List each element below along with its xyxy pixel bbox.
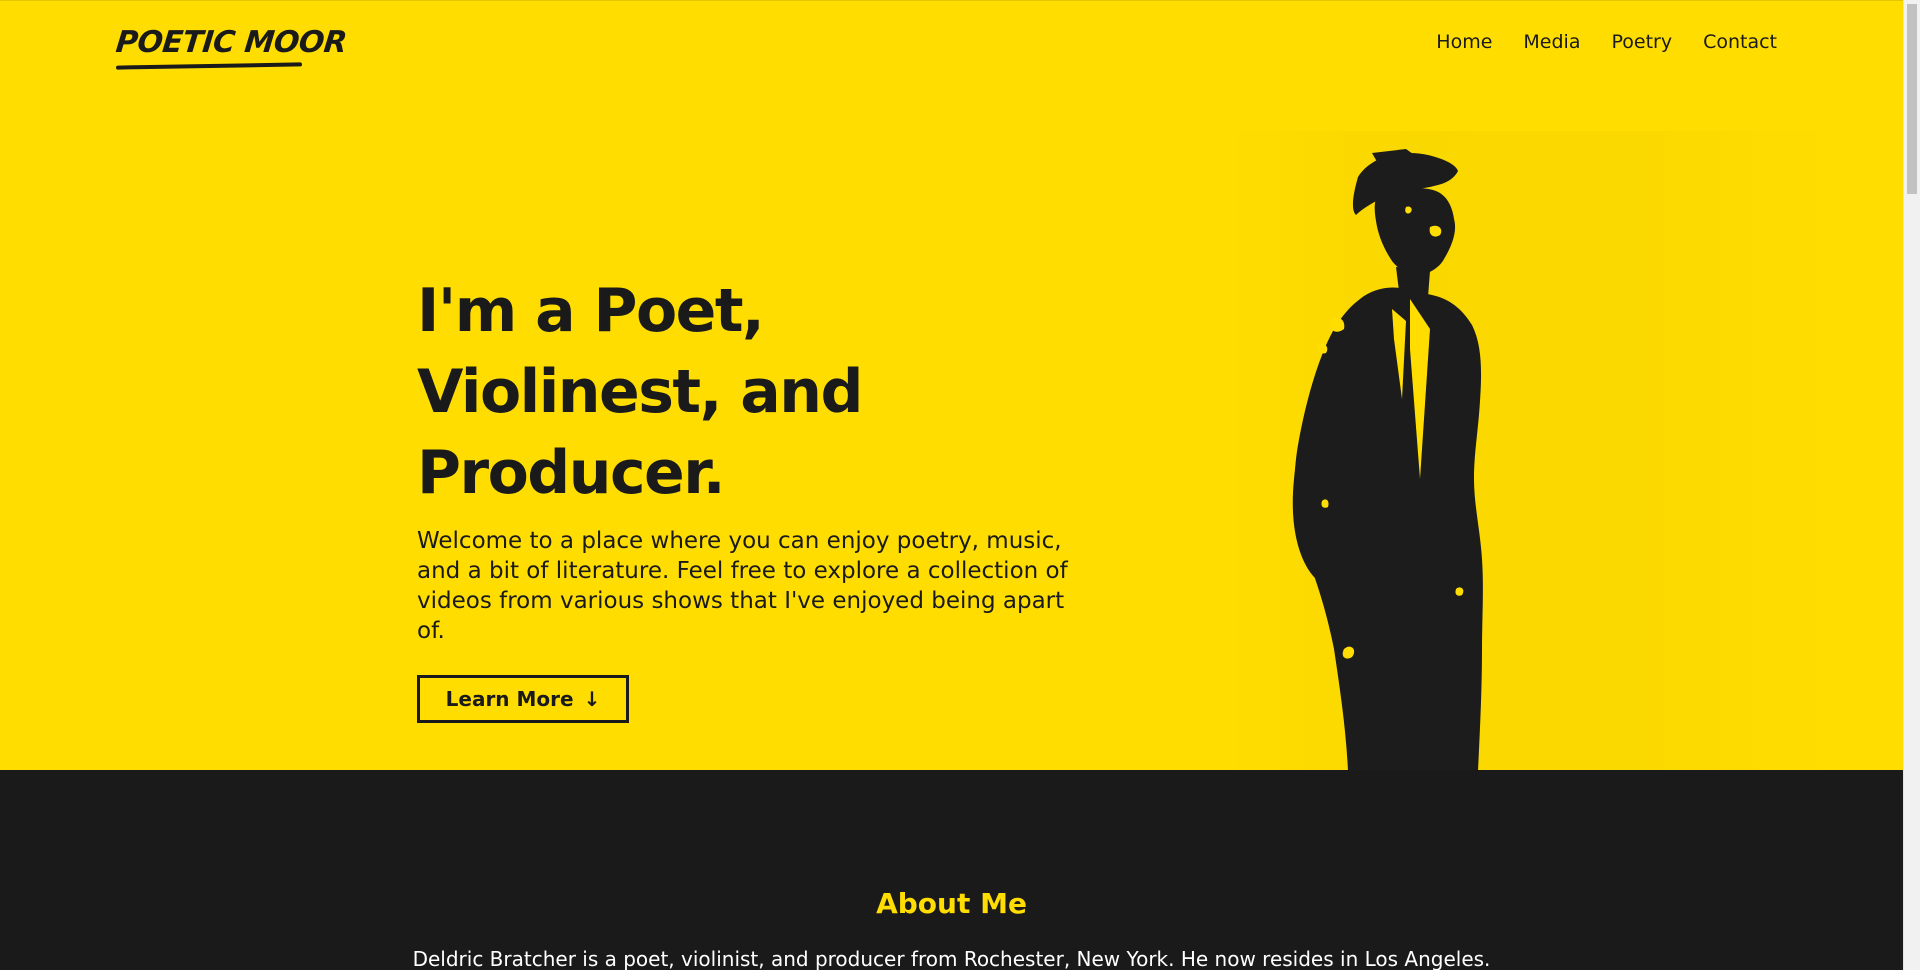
hero-section: POETIC MOOR Home Media Poetry Contact I'… [0, 0, 1903, 771]
site-logo[interactable]: POETIC MOOR [114, 23, 348, 73]
vertical-scrollbar[interactable] [1903, 0, 1920, 970]
nav-item-poetry[interactable]: Poetry [1611, 31, 1672, 53]
about-section: About Me Deldric Bratcher is a poet, vio… [0, 770, 1903, 970]
nav-item-home[interactable]: Home [1436, 31, 1492, 53]
nav-item-contact[interactable]: Contact [1703, 31, 1777, 53]
hero-subtitle: Welcome to a place where you can enjoy p… [417, 528, 1068, 644]
viewport: POETIC MOOR Home Media Poetry Contact I'… [0, 0, 1903, 970]
hero-title: I'm a Poet, Violinest, and Producer. [417, 276, 863, 508]
scrollbar-thumb[interactable] [1907, 4, 1917, 194]
page: POETIC MOOR Home Media Poetry Contact I'… [0, 0, 1920, 970]
nav-item-media[interactable]: Media [1523, 31, 1580, 53]
arrow-down-icon: ↓ [583, 687, 601, 711]
learn-more-label: Learn More [445, 687, 574, 711]
about-title: About Me [876, 887, 1027, 920]
learn-more-button[interactable]: Learn More ↓ [417, 675, 629, 723]
logo-text: POETIC MOOR [114, 25, 349, 60]
main-nav: Home Media Poetry Contact [1436, 31, 1777, 53]
about-text: Deldric Bratcher is a poet, violinist, a… [412, 947, 1491, 970]
man-in-hat-figure [1292, 149, 1483, 771]
logo-underline [115, 62, 303, 70]
